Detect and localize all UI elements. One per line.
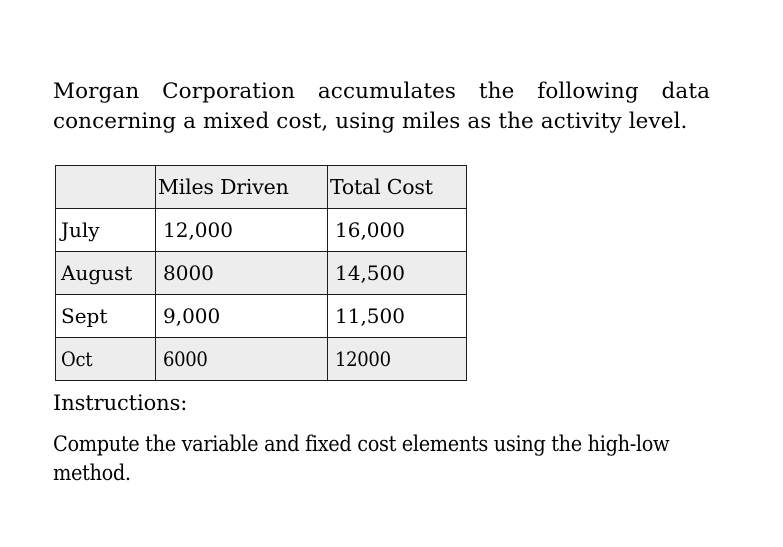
table-row: Sept 9,000 11,500 — [55, 294, 467, 338]
table-row: August 8000 14,500 — [55, 251, 467, 295]
document-page: Morgan Corporation accumulates the follo… — [0, 0, 783, 547]
table-header-total-cost: Total Cost — [327, 165, 467, 209]
table-header-miles-driven: Miles Driven — [155, 165, 328, 209]
table-header-corner — [55, 165, 156, 209]
cell-miles-driven: 6000 — [155, 337, 328, 381]
intro-paragraph-text: Morgan Corporation accumulates the follo… — [53, 78, 710, 134]
cell-month: August — [55, 251, 156, 295]
table-header: Miles Driven Total Cost — [55, 165, 467, 209]
cell-month: Sept — [55, 294, 156, 338]
table-header-row: Miles Driven Total Cost — [55, 165, 467, 209]
table-row: July 12,000 16,000 — [55, 208, 467, 252]
table-row: Oct 6000 12000 — [55, 337, 467, 381]
cell-month: Oct — [55, 337, 156, 381]
instructions-label: Instructions: — [53, 391, 188, 415]
cell-total-cost: 12000 — [327, 337, 467, 381]
instructions-body: Compute the variable and fixed cost elem… — [53, 432, 670, 486]
cell-miles-driven: 12,000 — [155, 208, 328, 252]
cell-total-cost: 16,000 — [327, 208, 467, 252]
intro-paragraph: Morgan Corporation accumulates the follo… — [53, 77, 710, 137]
cell-miles-driven: 8000 — [155, 251, 328, 295]
cell-month: July — [55, 208, 156, 252]
cell-total-cost: 14,500 — [327, 251, 467, 295]
mixed-cost-data-table: Miles Driven Total Cost July 12,000 16,0… — [55, 165, 467, 381]
cell-miles-driven: 9,000 — [155, 294, 328, 338]
table-body: July 12,000 16,000 August 8000 14,500 Se… — [55, 208, 467, 381]
cell-total-cost: 11,500 — [327, 294, 467, 338]
